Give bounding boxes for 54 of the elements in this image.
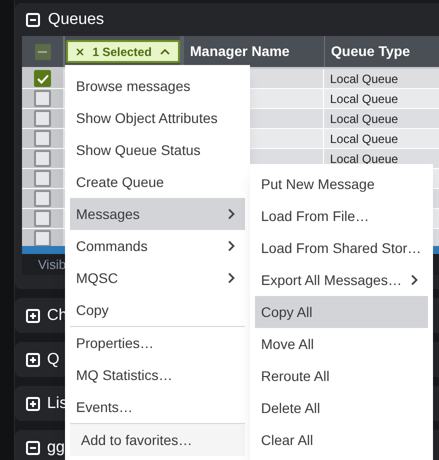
menu-item[interactable]: Move All [255, 328, 428, 360]
expand-icon[interactable] [26, 396, 40, 410]
row-checkbox[interactable] [34, 210, 51, 227]
row-checkbox[interactable] [34, 90, 51, 107]
table-cell-text: Local Queue [329, 150, 400, 168]
menu-item[interactable]: Delete All [255, 392, 428, 424]
menu-item[interactable]: Load From Shared Stor… [255, 232, 428, 264]
close-icon[interactable] [76, 48, 84, 56]
menu-item[interactable]: Show Object Attributes [70, 102, 245, 134]
chevron-right-icon [227, 272, 235, 284]
panel-title: gg [47, 438, 65, 458]
table-cell-text: Local Queue [329, 110, 400, 128]
chevron-up-icon [160, 48, 170, 55]
row-checkbox[interactable] [34, 110, 51, 127]
expand-icon[interactable] [26, 352, 40, 366]
collapse-icon[interactable] [26, 440, 40, 454]
collapse-icon[interactable] [26, 12, 40, 26]
menu-item[interactable]: Load From File… [255, 200, 428, 232]
panel-title: Queues [48, 10, 104, 30]
menu-item[interactable]: Create Queue [70, 166, 245, 198]
table-cell-text: Local Queue [329, 130, 400, 148]
row-checkbox[interactable] [34, 230, 51, 246]
chevron-right-icon [227, 240, 235, 252]
menu-item[interactable]: Browse messages [70, 70, 245, 102]
menu-item[interactable]: MQSC [70, 262, 245, 294]
row-checkbox[interactable] [34, 70, 51, 87]
menu-item[interactable]: Messages [70, 198, 245, 230]
row-checkbox[interactable] [34, 130, 51, 147]
panel-title: Q [47, 350, 60, 370]
select-all-checkbox[interactable] [34, 44, 50, 60]
row-checkbox[interactable] [34, 170, 51, 187]
menu-item[interactable]: Copy All [255, 296, 428, 328]
menu-item[interactable]: Export All Messages… [255, 264, 428, 296]
table-cell-text: Local Queue [329, 70, 400, 88]
menu-item[interactable]: Put New Message [255, 168, 428, 200]
menu-item[interactable]: Properties… [70, 327, 245, 359]
chevron-right-icon [410, 274, 418, 286]
footer-text: Visib [38, 256, 66, 274]
table-cell-text: Local Queue [329, 90, 400, 108]
menu-item[interactable]: MQ Statistics… [70, 359, 245, 391]
menu-item[interactable]: Copy [70, 294, 245, 326]
row-checkbox[interactable] [34, 150, 51, 167]
menu-item[interactable]: Show Queue Status [70, 134, 245, 166]
column-header[interactable]: Manager Name [184, 36, 324, 67]
menu-item[interactable]: Events… [70, 391, 245, 423]
menu-item[interactable]: Add to favorites… [70, 424, 245, 456]
menu-item[interactable]: Reroute All [255, 360, 428, 392]
menu-item[interactable]: Clear All [255, 424, 428, 456]
expand-icon[interactable] [26, 308, 40, 322]
check-icon [36, 74, 48, 84]
row-checkbox[interactable] [34, 190, 51, 207]
menu-item[interactable]: Commands [70, 230, 245, 262]
chevron-right-icon [227, 208, 235, 220]
selection-chip[interactable]: 1 Selected [66, 40, 180, 63]
